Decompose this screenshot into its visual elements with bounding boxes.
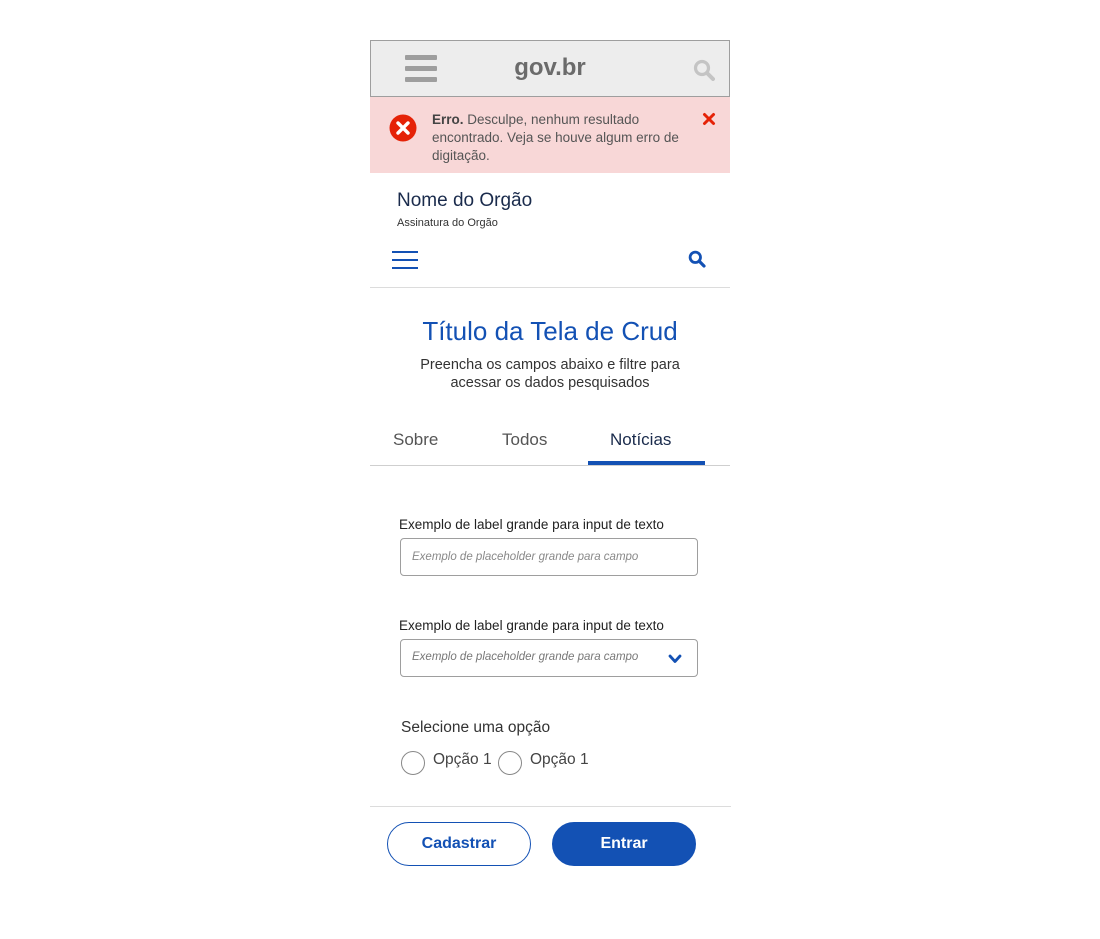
page-subtitle: Preencha os campos abaixo e filtre para …: [420, 357, 680, 391]
radio-option-1-label: Opção 1: [433, 751, 492, 768]
close-icon[interactable]: [702, 112, 716, 126]
tab-bar: Sobre Todos Notícias: [370, 425, 730, 466]
chevron-down-icon: [668, 654, 682, 663]
radio-option-2-label: Opção 1: [530, 751, 589, 768]
tab-todos[interactable]: Todos: [502, 430, 547, 450]
tab-noticias[interactable]: Notícias: [610, 430, 671, 450]
radio-group-label: Selecione uma opção: [401, 719, 551, 736]
entrar-button[interactable]: Entrar: [552, 822, 696, 866]
govbr-bar: gov.br: [370, 40, 730, 97]
mobile-screen: gov.br Erro. Desculpe, nenhum resultado …: [370, 40, 731, 900]
radio-option-1[interactable]: [401, 751, 425, 775]
alert-text: Desculpe, nenhum resultado encontrado. V…: [432, 112, 679, 163]
error-alert: Erro. Desculpe, nenhum resultado encontr…: [370, 97, 730, 173]
select-input[interactable]: Exemplo de placeholder grande para campo: [400, 639, 698, 677]
search-icon[interactable]: [688, 250, 706, 268]
footer-divider: [370, 806, 731, 807]
hamburger-icon[interactable]: [392, 251, 418, 269]
tab-sobre[interactable]: Sobre: [393, 430, 438, 450]
cadastrar-button[interactable]: Cadastrar: [387, 822, 531, 866]
page-title: Título da Tela de Crud: [422, 316, 678, 346]
alert-message: Erro. Desculpe, nenhum resultado encontr…: [432, 111, 687, 165]
active-tab-indicator: [588, 461, 705, 465]
select-placeholder: Exemplo de placeholder grande para campo: [412, 651, 639, 663]
text-input[interactable]: [400, 538, 698, 576]
header-divider: [370, 287, 730, 288]
alert-title: Erro.: [432, 112, 464, 127]
search-icon[interactable]: [693, 59, 715, 81]
text-field-label: Exemplo de label grande para input de te…: [399, 517, 664, 532]
select-field-label: Exemplo de label grande para input de te…: [399, 618, 664, 633]
govbr-logo[interactable]: gov.br: [371, 54, 729, 82]
radio-option-2[interactable]: [498, 751, 522, 775]
error-circle-icon: [389, 114, 417, 142]
org-name: Nome do Orgão: [397, 190, 533, 211]
org-subtitle: Assinatura do Orgão: [397, 217, 498, 229]
